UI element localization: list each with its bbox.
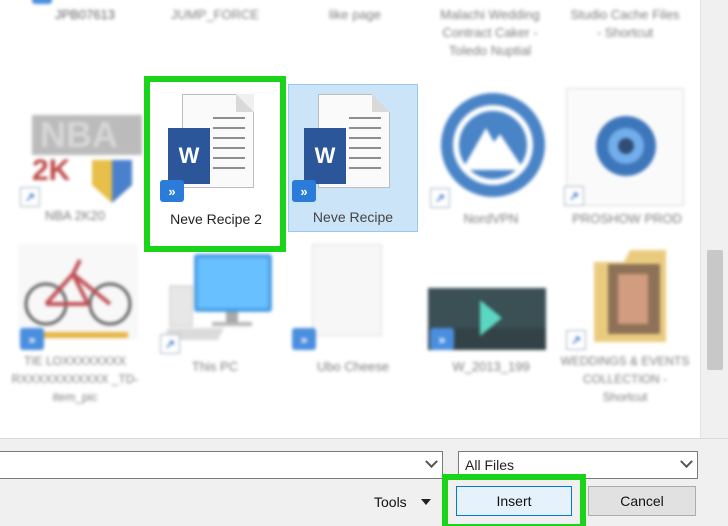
onedrive-sync-icon: »: [292, 180, 316, 202]
file-item-ubo-cheese[interactable]: » Ubo Cheese: [288, 240, 418, 390]
selection-highlight-box: [144, 76, 286, 252]
file-item-nordvpn[interactable]: ↗ NordVPN: [426, 84, 556, 232]
file-label: Ubo Cheese: [316, 359, 390, 374]
file-item-neve-recipe[interactable]: W » Neve Recipe: [288, 84, 418, 232]
tools-label: Tools: [374, 494, 407, 510]
file-type-value: All Files: [465, 457, 515, 473]
tools-menu-button[interactable]: Tools: [366, 487, 446, 517]
file-label: TIE LOXXXXXXXX RXXXXXXXXXXX _TD-item_pic: [11, 354, 139, 404]
svg-text:2K: 2K: [32, 154, 71, 187]
file-label: JPB07613: [55, 7, 115, 22]
shortcut-arrow-icon: ↗: [564, 186, 584, 206]
vertical-scrollbar[interactable]: [700, 0, 728, 438]
file-label: Neve Recipe: [312, 209, 394, 225]
proshow-icon: [596, 116, 656, 176]
file-name-combobox[interactable]: [0, 451, 443, 479]
shortcut-arrow-icon: ↗: [20, 187, 40, 207]
dropdown-arrow-icon: [420, 499, 431, 505]
cancel-label: Cancel: [620, 493, 664, 509]
file-label: This PC: [191, 359, 239, 374]
shortcut-arrow-icon: ↗: [430, 188, 450, 208]
shortcut-arrow-icon: ↗: [566, 330, 586, 350]
file-label: Malachi Wedding Contract Caker - Toledo …: [440, 7, 540, 58]
file-label: Studio Cache Files - Shortcut: [570, 7, 680, 40]
bicycle-icon: [18, 244, 138, 340]
file-label: NBA 2K20: [45, 208, 105, 223]
dialog-footer: All Files Tools Insert Cancel: [0, 438, 728, 526]
cancel-button[interactable]: Cancel: [588, 486, 696, 516]
file-label: like page: [328, 7, 382, 22]
onedrive-sync-icon: »: [430, 328, 454, 350]
file-item-weddings-folder[interactable]: ↗ WEDDINGS & EVENTS COLLECTION - Shortcu…: [560, 240, 690, 435]
file-label: JUMP_FORCE: [170, 7, 260, 22]
onedrive-sync-icon: »: [292, 328, 316, 350]
file-label: WEDDINGS & EVENTS COLLECTION - Shortcut: [560, 354, 690, 404]
computer-icon: [164, 254, 272, 340]
blank-file-icon: [312, 244, 382, 336]
file-label: PROSHOW PROD: [572, 211, 682, 226]
file-item-nba2k20[interactable]: NBA 2K ↗ NBA 2K20: [10, 95, 142, 230]
file-item-video[interactable]: » W_2013_199: [426, 240, 556, 390]
file-label: W_2013_199: [452, 359, 530, 374]
svg-text:NBA: NBA: [40, 114, 118, 155]
onedrive-sync-icon: [32, 0, 52, 4]
nba2k-icon: NBA 2K: [32, 114, 142, 203]
insert-highlight-box: [442, 474, 586, 526]
folder-icon: [594, 250, 666, 342]
scroll-thumb[interactable]: [707, 250, 723, 370]
onedrive-sync-icon: »: [20, 328, 44, 350]
file-item-bicycle[interactable]: » TIE LOXXXXXXXX RXXXXXXXXXXX _TD-item_p…: [10, 240, 140, 435]
file-label: NordVPN: [463, 211, 519, 226]
shortcut-arrow-icon: ↗: [160, 334, 180, 354]
chevron-down-icon[interactable]: [680, 455, 693, 469]
file-item-proshow[interactable]: ↗ PROSHOW PROD: [562, 84, 692, 232]
file-item-this-pc[interactable]: ↗ This PC: [150, 240, 280, 390]
word-doc-icon: W: [304, 128, 346, 184]
nordvpn-icon: [441, 93, 545, 197]
file-browser-pane[interactable]: JPB07613 JUMP_FORCE like page Malachi We…: [0, 0, 700, 438]
chevron-down-icon[interactable]: [425, 455, 438, 469]
